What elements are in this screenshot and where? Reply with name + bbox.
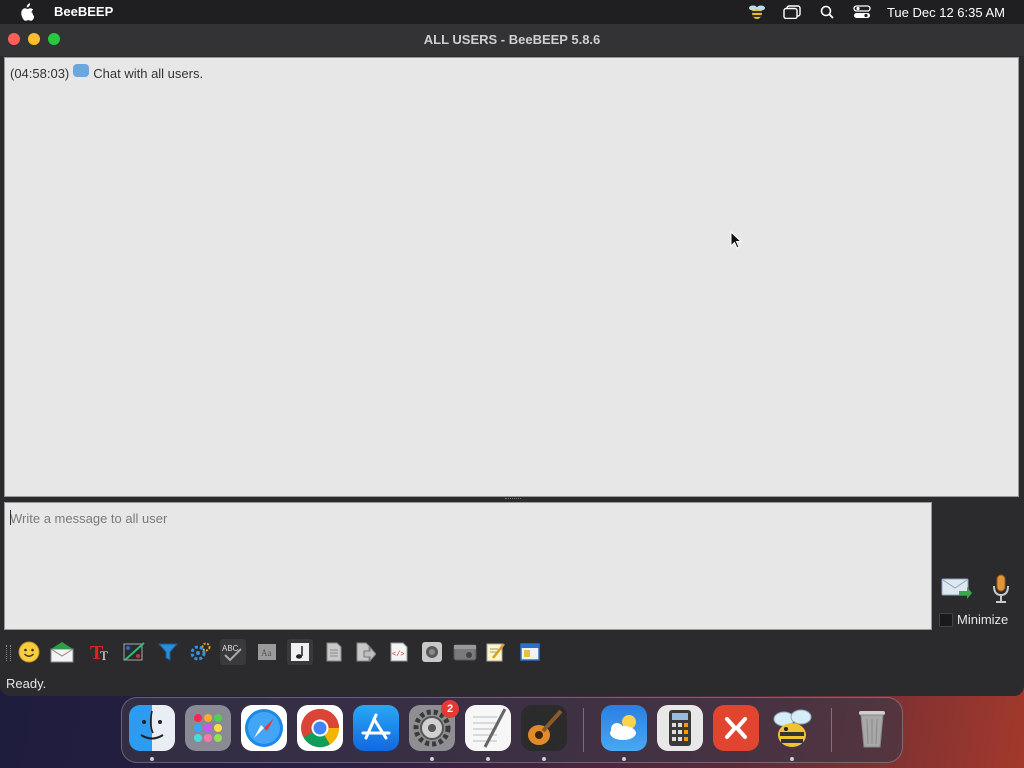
beebeep-running-indicator [790,757,794,761]
finder-icon[interactable] [129,705,175,751]
trash-icon[interactable] [849,705,895,751]
svg-text:</>: </> [392,651,405,659]
toolbar-grip[interactable] [6,645,11,661]
chat-message: (04:58:03) Chat with all users. [10,64,204,81]
window-icon[interactable] [517,639,543,665]
text-cursor [10,510,11,525]
title-bar[interactable]: ALL USERS - BeeBEEP 5.8.6 [0,24,1024,56]
calculator-icon[interactable] [657,705,703,751]
svg-text:ABC: ABC [222,644,239,653]
svg-text:Aa: Aa [261,648,272,658]
message-input[interactable] [8,506,912,530]
notes-icon[interactable] [482,639,508,665]
emoticon-icon[interactable] [16,639,42,665]
notification-badge: 2 [441,700,459,718]
message-input-area[interactable] [4,502,932,630]
beebeep-dock-icon[interactable] [769,705,815,751]
svg-text:T: T [100,648,108,663]
font-icon[interactable]: Aa [254,639,280,665]
message-text: Chat with all users. [93,66,204,81]
chat-toolbar: TT ABC Aa </> [0,635,1024,671]
send-message-icon[interactable] [941,577,973,601]
menubar-clock[interactable]: Tue Dec 12 6:35 AM [887,5,1005,20]
settings-icon[interactable] [187,639,213,665]
remote-desktop-icon[interactable] [713,705,759,751]
music-note-icon[interactable] [287,639,313,665]
window-title: ALL USERS - BeeBEEP 5.8.6 [423,32,601,47]
screen-capture-icon[interactable] [452,639,478,665]
active-app-name[interactable]: BeeBEEP [54,4,113,19]
send-mail-icon[interactable] [49,639,75,665]
message-timestamp: (04:58:03) [10,66,70,81]
dock-separator [583,708,584,752]
status-bar-text: Ready. [6,676,47,691]
finder-running-indicator [150,757,154,761]
file-share-icon[interactable] [352,639,378,665]
beebeep-status-icon[interactable] [747,4,767,20]
microphone-icon[interactable] [990,574,1012,604]
dock: 2 [121,697,903,763]
speech-bubble-icon [73,64,90,77]
weather-icon[interactable] [601,705,647,751]
screenshot-icon[interactable] [419,639,445,665]
code-icon[interactable]: </> [386,639,412,665]
dock-separator [831,708,832,752]
window-manager-icon[interactable] [782,4,802,20]
textedit-icon[interactable] [465,705,511,751]
chrome-icon[interactable] [297,705,343,751]
menu-bar: BeeBEEP Tue Dec 12 6:35 AM [0,0,1024,24]
color-picker-icon[interactable] [121,639,147,665]
filter-icon[interactable] [155,639,181,665]
garageband-icon[interactable] [521,705,567,751]
app-store-icon[interactable] [353,705,399,751]
system-settings-icon[interactable]: 2 [409,700,459,751]
spellcheck-icon[interactable]: ABC [220,639,246,665]
minimize-checkbox[interactable] [939,613,953,627]
apple-icon[interactable] [18,3,34,21]
system-settings-running-indicator [430,757,434,761]
control-center-icon[interactable] [852,4,872,20]
text-format-icon[interactable]: TT [87,639,113,665]
garageband-running-indicator [542,757,546,761]
weather-running-indicator [622,757,626,761]
minimize-label[interactable]: Minimize [957,612,1008,627]
textedit-running-indicator [486,757,490,761]
launchpad-icon[interactable] [185,705,231,751]
safari-icon[interactable] [241,705,287,751]
document-icon[interactable] [321,639,347,665]
spotlight-search-icon[interactable] [817,4,837,20]
chat-history[interactable]: (04:58:03) Chat with all users. [4,57,1019,497]
beebeep-window: ALL USERS - BeeBEEP 5.8.6 (04:58:03) Cha… [0,24,1024,696]
mouse-pointer-icon [730,231,742,249]
